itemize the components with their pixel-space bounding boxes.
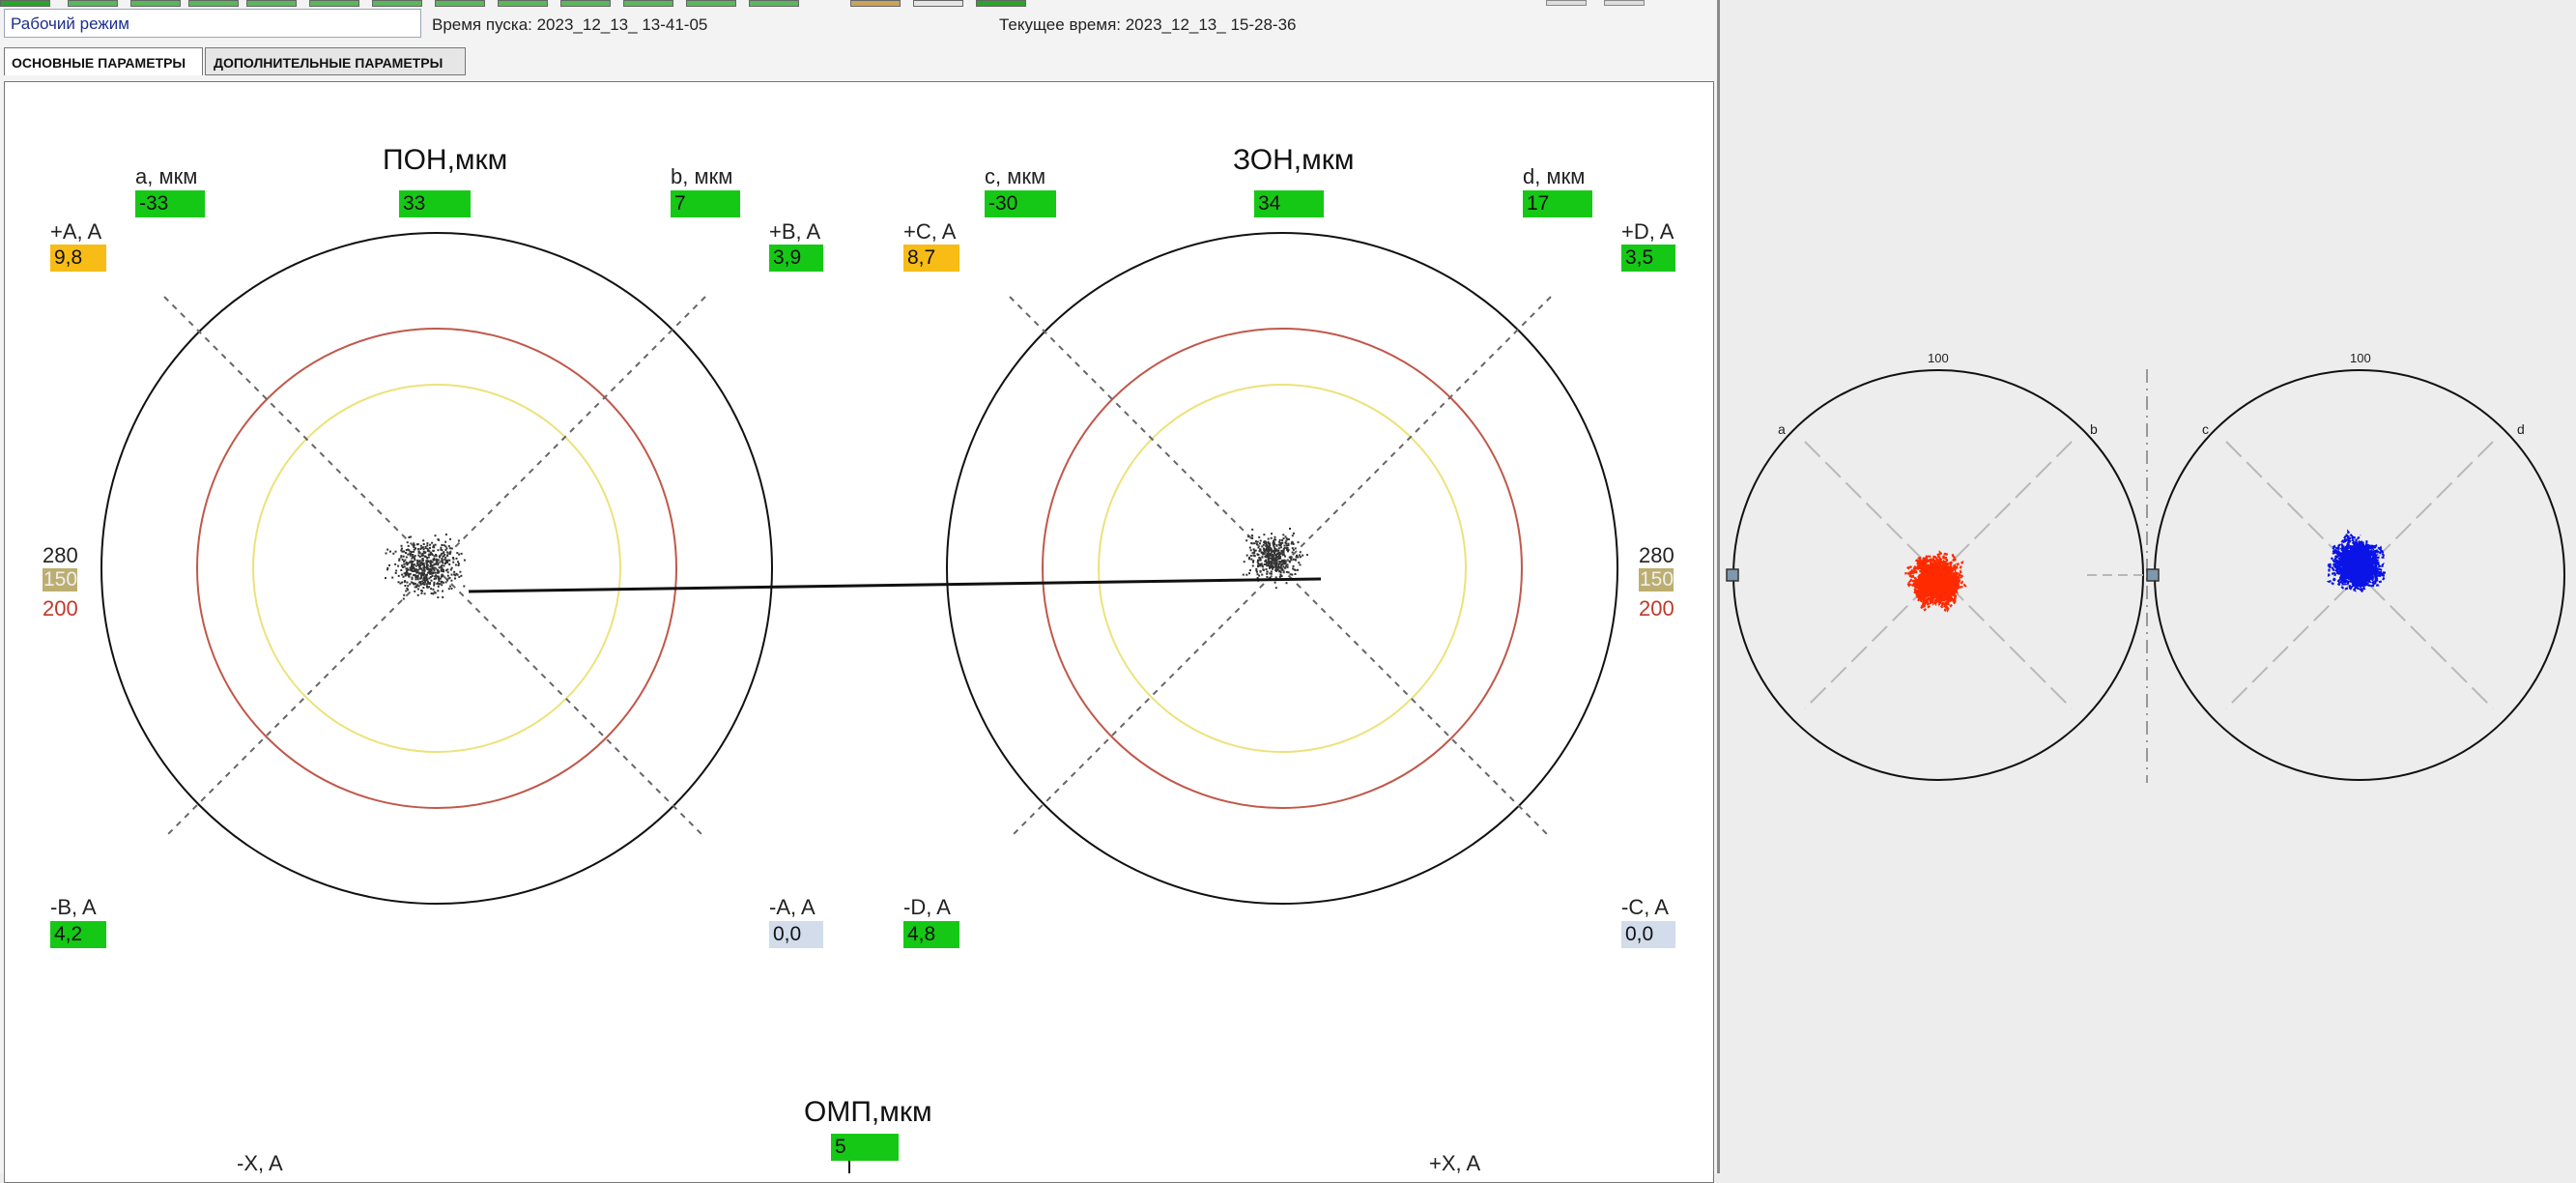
red-trajectory-trace	[1903, 550, 1967, 613]
right-trajectory-plot	[2146, 369, 2565, 781]
right-trajectory-d-label: d	[2517, 421, 2525, 437]
left-trajectory-top-label: 100	[1928, 351, 1949, 365]
left-trajectory-b-label: b	[2090, 421, 2098, 437]
trajectory-polyline	[2325, 529, 2387, 593]
right-trajectory-top-label: 100	[2350, 351, 2371, 365]
left-trajectory-a-label: a	[1778, 421, 1786, 437]
blue-trajectory-trace	[2325, 529, 2387, 593]
trajectory-polyline	[1903, 550, 1967, 613]
left-trajectory-plot	[1726, 369, 2147, 781]
left-trajectory-handle[interactable]	[1726, 568, 1739, 582]
trajectory-plots	[1726, 369, 2565, 783]
right-trajectory-handle[interactable]	[2146, 568, 2160, 582]
right-trajectory-c-label: c	[2202, 421, 2209, 437]
